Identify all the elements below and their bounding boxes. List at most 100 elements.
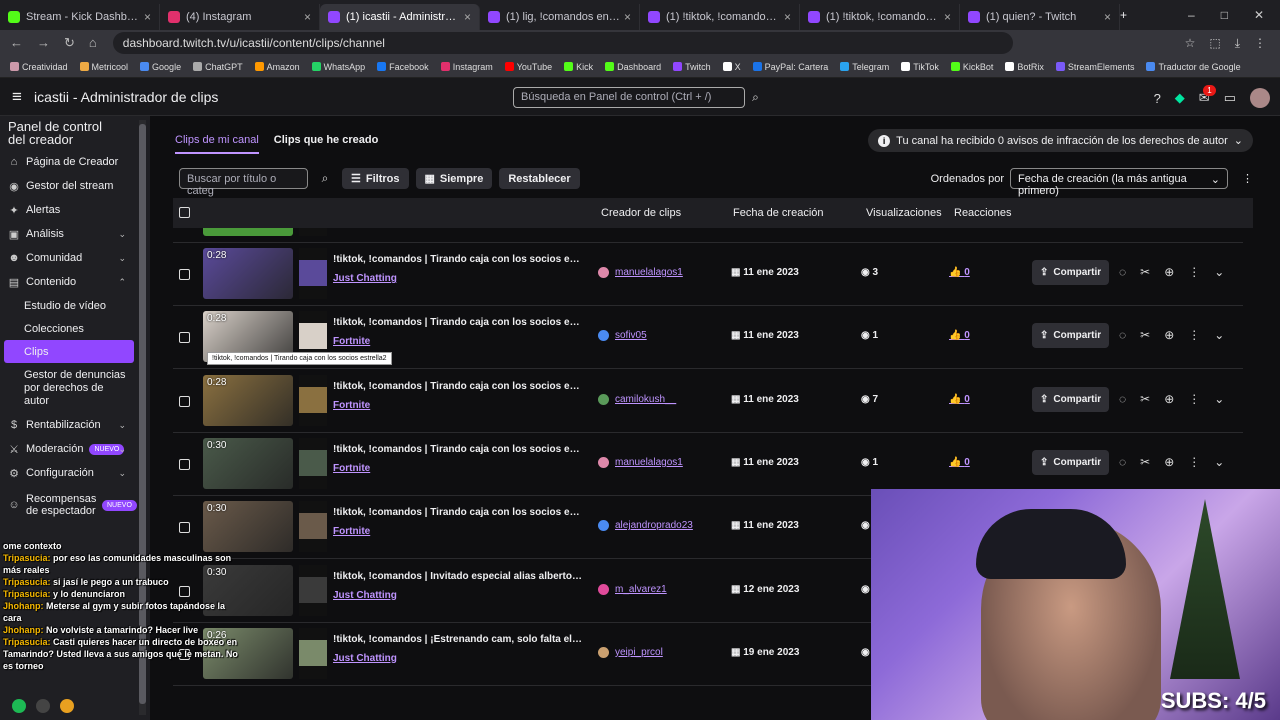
- clip-reactions[interactable]: 👍 0: [949, 457, 970, 468]
- loading-icon[interactable]: ◌: [1119, 392, 1126, 406]
- clip-creator-link[interactable]: manuelalagos1: [598, 267, 683, 278]
- bookmark[interactable]: Telegram: [840, 62, 889, 72]
- row-checkbox[interactable]: [179, 332, 190, 344]
- whisper-icon[interactable]: ▭: [1224, 90, 1236, 106]
- clip-creator-link[interactable]: sofiv05: [598, 330, 647, 342]
- download-icon[interactable]: ⤓: [1235, 36, 1240, 51]
- clip-title[interactable]: !tiktok, !comandos | Tirando caja con lo…: [333, 507, 583, 518]
- sidebar-item[interactable]: ⌂ Página de Creador: [0, 150, 150, 174]
- dashboard-search-input[interactable]: Búsqueda en Panel de control (Ctrl + /): [513, 87, 745, 108]
- sidebar-subitem[interactable]: Colecciones: [0, 317, 150, 340]
- row-checkbox[interactable]: [179, 269, 190, 280]
- col-date[interactable]: Fecha de creación: [733, 207, 824, 219]
- new-tab-icon[interactable]: +: [1120, 8, 1127, 22]
- sidebar-subitem[interactable]: Clips: [4, 340, 134, 363]
- clip-creator-link[interactable]: alejandroprado23: [598, 520, 693, 532]
- close-icon[interactable]: ×: [144, 10, 151, 24]
- menu-icon[interactable]: ⋮: [1254, 36, 1266, 51]
- obs-icon[interactable]: [36, 699, 50, 713]
- row-checkbox[interactable]: [179, 458, 190, 470]
- inbox-icon[interactable]: ✉ 1: [1199, 85, 1216, 106]
- filters-button[interactable]: ☰ Filtros: [342, 168, 409, 189]
- browser-tab[interactable]: (1) quien? - Twitch ×: [960, 4, 1120, 30]
- browser-tab[interactable]: (1) !tiktok, !comandos | Invitado×: [800, 4, 960, 30]
- search-icon[interactable]: ⌕: [315, 168, 335, 189]
- chevron-down-icon[interactable]: ⌄: [1214, 455, 1224, 469]
- row-checkbox[interactable]: [179, 395, 190, 407]
- help-icon[interactable]: ?: [1154, 91, 1161, 106]
- sidebar-item[interactable]: ◉ Gestor del stream: [0, 174, 150, 198]
- bookmark[interactable]: ChatGPT: [193, 62, 243, 72]
- bookmark[interactable]: Facebook: [377, 62, 429, 72]
- bookmark[interactable]: Google: [140, 62, 181, 72]
- clip-reactions[interactable]: 👍 0: [949, 267, 970, 278]
- back-icon[interactable]: ←: [10, 35, 23, 51]
- url-field[interactable]: dashboard.twitch.tv/u/icastii/content/cl…: [112, 32, 1013, 54]
- bookmark[interactable]: X: [722, 62, 741, 72]
- browser-tab[interactable]: (1) icastii - Administrador de clips×: [320, 4, 480, 30]
- bookmark[interactable]: PayPal: Cartera: [752, 62, 828, 72]
- reset-button[interactable]: Restablecer: [499, 168, 580, 189]
- clip-thumbnail[interactable]: [203, 228, 293, 236]
- bookmark[interactable]: Traductor de Google: [1146, 62, 1241, 72]
- clip-category-link[interactable]: Fortnite: [333, 400, 370, 411]
- avatar[interactable]: [1250, 88, 1270, 108]
- loading-icon[interactable]: ◌: [1119, 265, 1126, 279]
- bookmark[interactable]: StreamElements: [1055, 62, 1134, 72]
- add-icon[interactable]: ⊕: [1164, 455, 1174, 469]
- close-icon[interactable]: ×: [464, 10, 471, 24]
- scissors-icon[interactable]: ✂: [1140, 455, 1150, 469]
- bookmark[interactable]: Amazon: [254, 62, 300, 72]
- forward-icon[interactable]: →: [37, 35, 50, 51]
- bookmark[interactable]: Twitch: [673, 62, 711, 72]
- clip-creator-link[interactable]: manuelalagos1: [598, 456, 683, 468]
- clip-category-link[interactable]: Fortnite: [333, 526, 370, 537]
- scissors-icon[interactable]: ✂: [1140, 328, 1150, 342]
- bookmark[interactable]: KickBot: [950, 62, 993, 72]
- close-icon[interactable]: ×: [784, 10, 791, 24]
- scissors-icon[interactable]: ✂: [1140, 392, 1150, 406]
- add-icon[interactable]: ⊕: [1164, 265, 1174, 279]
- sidebar-subitem[interactable]: Estudio de vídeo: [0, 294, 150, 317]
- chevron-down-icon[interactable]: ⌄: [1214, 265, 1224, 279]
- tab-channel-clips[interactable]: Clips de mi canal: [175, 134, 259, 154]
- star-icon[interactable]: ☆: [1185, 36, 1196, 51]
- clip-category-link[interactable]: Fortnite: [333, 336, 370, 347]
- bookmark[interactable]: Creatividad: [10, 62, 68, 72]
- browser-tab[interactable]: Stream - Kick Dashboard ×: [0, 4, 160, 30]
- spotify-icon[interactable]: [12, 699, 26, 713]
- close-icon[interactable]: ×: [1104, 10, 1111, 24]
- maximize-icon[interactable]: □: [1221, 8, 1228, 22]
- select-all-checkbox[interactable]: [179, 207, 190, 218]
- clip-reactions[interactable]: 👍 0: [949, 330, 970, 341]
- bookmark[interactable]: Dashboard: [605, 62, 661, 72]
- add-icon[interactable]: ⊕: [1164, 328, 1174, 342]
- bookmark[interactable]: YouTube: [504, 62, 552, 72]
- clip-title[interactable]: !tiktok, !comandos | Tirando caja con lo…: [333, 444, 583, 455]
- bookmark[interactable]: TikTok: [901, 62, 939, 72]
- home-icon[interactable]: ⌂: [89, 35, 97, 51]
- scissors-icon[interactable]: ✂: [1140, 265, 1150, 279]
- sidebar-item[interactable]: ▤ Contenido ⌃: [0, 270, 150, 294]
- sidebar-item[interactable]: ▣ Análisis ⌄: [0, 222, 150, 246]
- loading-icon[interactable]: ◌: [1119, 455, 1126, 469]
- bookmark[interactable]: BotRix: [1005, 62, 1044, 72]
- share-button[interactable]: ⇪ Compartir: [1032, 449, 1110, 475]
- clip-title[interactable]: !tiktok, !comandos | Tirando caja con lo…: [333, 317, 583, 328]
- more-icon[interactable]: ⋮: [1188, 328, 1200, 342]
- bookmark[interactable]: Kick: [564, 62, 593, 72]
- clip-creator-link[interactable]: yeipi_prcol: [598, 646, 663, 658]
- bookmark[interactable]: Metricool: [79, 62, 128, 72]
- sidebar-item[interactable]: ☺ Recompensas de espectador NUEVO: [0, 485, 150, 525]
- hamburger-icon[interactable]: ≡: [0, 87, 34, 107]
- more-icon[interactable]: ⋮: [1188, 265, 1200, 279]
- close-icon[interactable]: ×: [944, 10, 951, 24]
- more-icon[interactable]: ⋮: [1188, 455, 1200, 469]
- more-icon[interactable]: ⋮: [1188, 392, 1200, 406]
- search-icon[interactable]: ⌕: [745, 87, 766, 108]
- more-options-icon[interactable]: ⋮: [1242, 172, 1253, 185]
- copyright-notice[interactable]: i Tu canal ha recibido 0 avisos de infra…: [868, 129, 1253, 152]
- col-creator[interactable]: Creador de clips: [601, 207, 681, 219]
- share-button[interactable]: ⇪ Compartir: [1032, 386, 1110, 412]
- clip-title[interactable]: !tiktok, !comandos | ¡Estrenando cam, so…: [333, 634, 583, 645]
